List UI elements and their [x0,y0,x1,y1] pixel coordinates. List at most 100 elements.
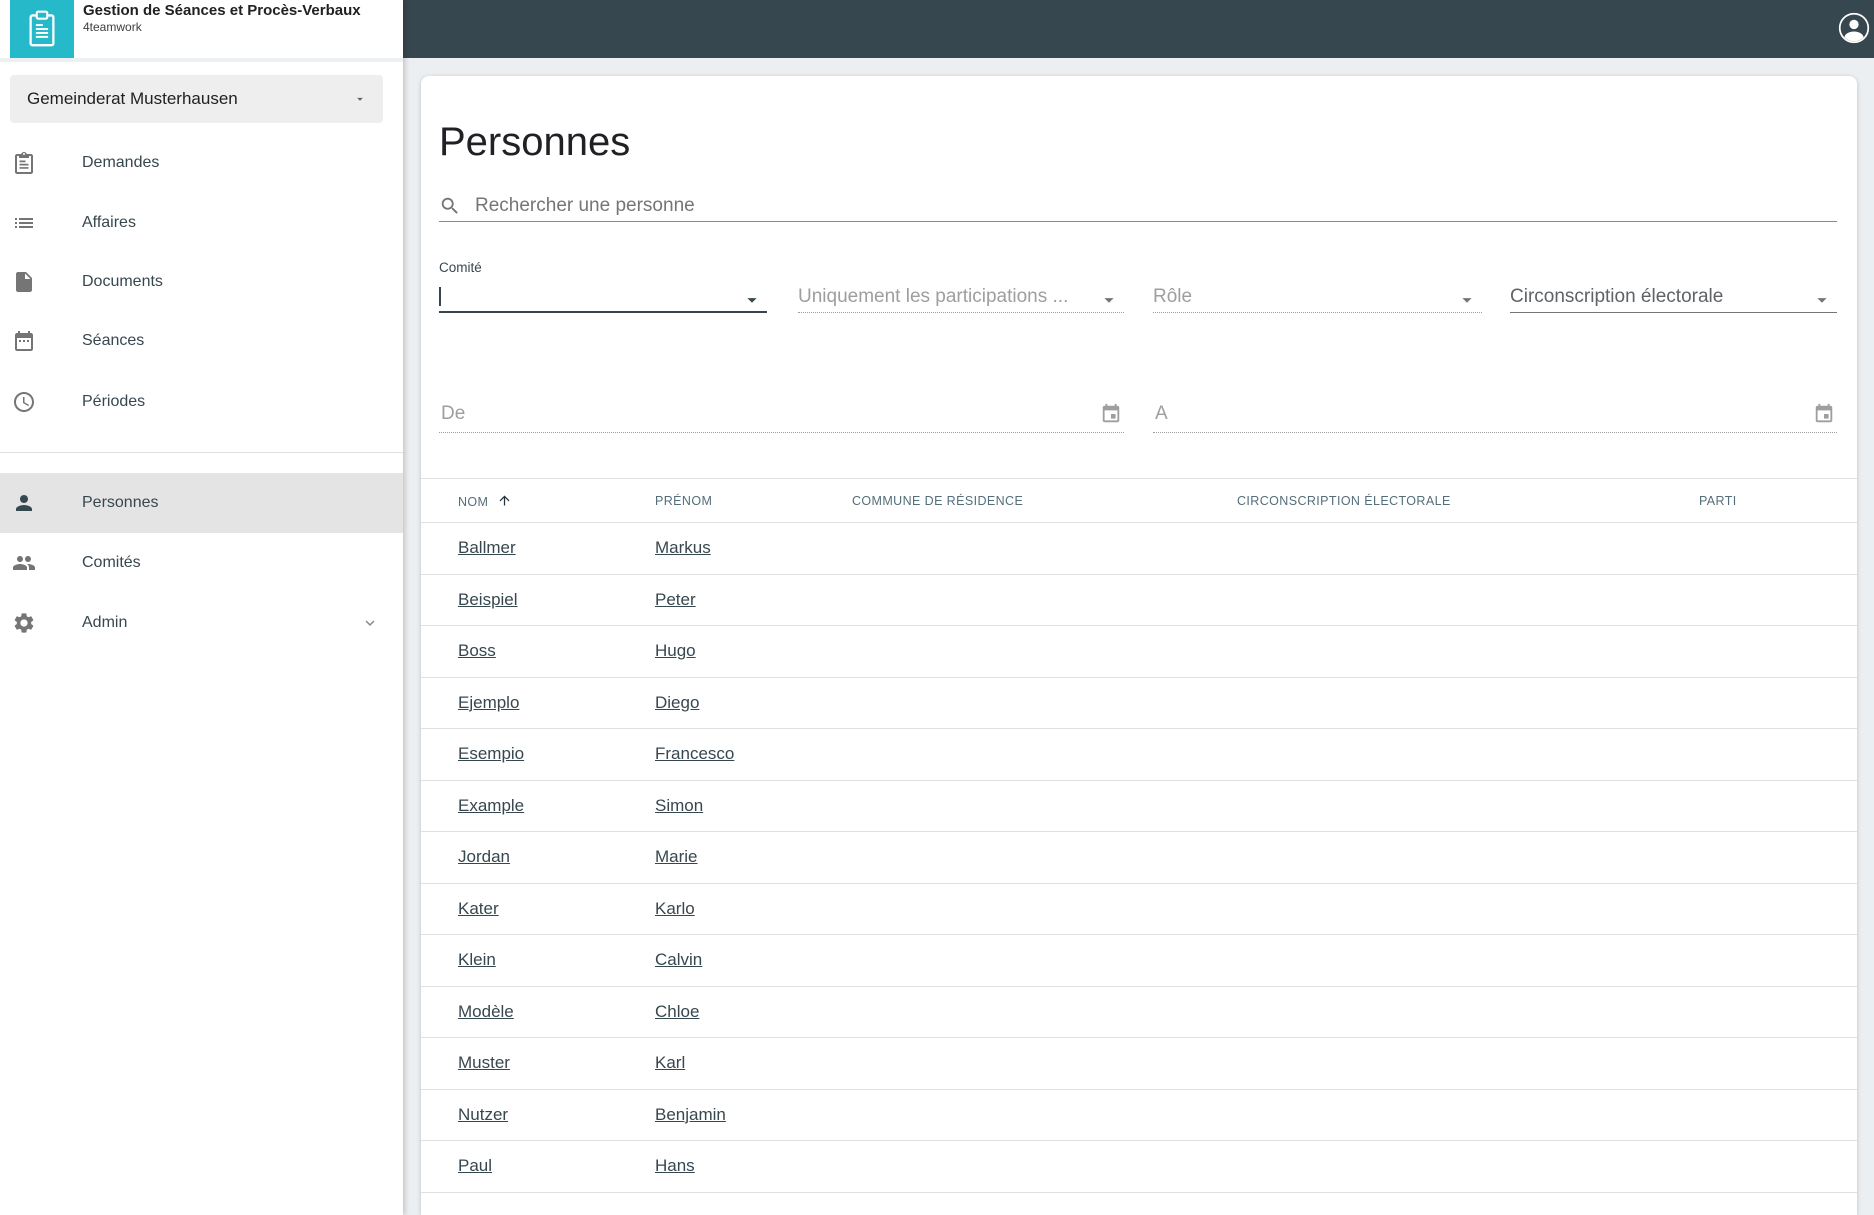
calendar-picker-icon[interactable] [1813,403,1835,425]
chevron-down-icon [365,620,375,626]
column-header-parti[interactable]: PARTI [1699,478,1857,523]
caret-down-icon [1104,298,1114,303]
sidebar-item-personnes[interactable]: Personnes [0,473,403,533]
commune-cell [852,1140,1237,1193]
sidebar-item-documents[interactable]: Documents [0,252,403,312]
person-firstname-link[interactable]: Chloe [655,1002,699,1021]
person-firstname-link[interactable]: Karl [655,1053,685,1072]
sort-ascending-icon [499,495,510,505]
person-firstname-link[interactable]: Calvin [655,950,702,969]
text-cursor [439,286,441,306]
search-input[interactable] [473,193,1837,218]
date-to-field[interactable] [1153,396,1837,433]
filter-comite-select[interactable] [439,281,767,313]
column-header-nom[interactable]: NOM [421,478,655,523]
person-lastname-link[interactable]: Klein [458,950,496,969]
person-firstname-link[interactable]: Diego [655,693,699,712]
circonscription-cell [1237,986,1699,1038]
column-header-circonscription[interactable]: CIRCONSCRIPTION ÉLECTORALE [1237,478,1699,523]
parti-cell [1699,934,1857,987]
commune-cell [852,1089,1237,1141]
sidebar-item-label: Documents [82,273,163,290]
filter-circonscription[interactable]: Circonscription électorale [1510,256,1837,316]
person-firstname-link[interactable]: Benjamin [655,1105,726,1124]
parti-cell [1699,831,1857,884]
person-lastname-link[interactable]: Nutzer [458,1105,508,1124]
app-header: Gestion de Séances et Procès-Verbaux 4te… [0,0,403,62]
column-header-commune[interactable]: COMMUNE DE RÉSIDENCE [852,478,1237,523]
person-lastname-link[interactable]: Ballmer [458,538,516,557]
filter-role[interactable]: Rôle [1153,256,1482,316]
sidebar-item-seances[interactable]: Séances [0,311,403,371]
app-title: Gestion de Séances et Procès-Verbaux [83,2,361,19]
table-header-row: NOM PRÉNOM COMMUNE DE RÉSIDENCE CIRCONSC… [421,478,1857,523]
person-firstname-link[interactable]: Markus [655,538,711,557]
workspace-selector[interactable]: Gemeinderat Musterhausen [10,75,383,123]
filter-participations[interactable]: Uniquement les participations ... [798,256,1124,316]
person-lastname-link[interactable]: Muster [458,1053,510,1072]
date-from-field[interactable] [439,396,1124,433]
date-to-input[interactable] [1153,402,1813,426]
sidebar-divider [0,452,403,453]
page-title: Personnes [439,119,631,164]
persons-table: NOM PRÉNOM COMMUNE DE RÉSIDENCE CIRCONSC… [421,478,1857,1193]
filter-comite[interactable]: Comité [439,256,767,316]
person-lastname-link[interactable]: Esempio [458,744,524,763]
sidebar-item-comites[interactable]: Comités [0,533,403,593]
commune-cell [852,986,1237,1038]
people-icon [13,556,35,570]
table-row: Boss Hugo [421,625,1857,678]
circonscription-cell [1237,831,1699,884]
person-lastname-link[interactable]: Beispiel [458,590,518,609]
sidebar-item-admin[interactable]: Admin [0,593,403,653]
calendar-picker-icon[interactable] [1100,403,1122,425]
filter-circonscription-select[interactable]: Circonscription électorale [1510,281,1837,313]
filter-participations-placeholder: Uniquement les participations ... [798,285,1069,307]
caret-down-icon [747,298,757,303]
person-lastname-link[interactable]: Ejemplo [458,693,519,712]
person-lastname-link[interactable]: Boss [458,641,496,660]
circonscription-cell [1237,934,1699,987]
caret-down-icon [1817,298,1827,303]
parti-cell [1699,780,1857,832]
commune-cell [852,934,1237,987]
person-firstname-link[interactable]: Hans [655,1156,695,1175]
filter-role-select[interactable]: Rôle [1153,281,1482,313]
sidebar-item-affaires[interactable]: Affaires [0,193,403,253]
person-lastname-link[interactable]: Jordan [458,847,510,866]
commune-cell [852,574,1237,626]
circonscription-cell [1237,883,1699,935]
workspace-label: Gemeinderat Musterhausen [27,89,238,108]
sidebar-item-label: Admin [82,614,128,631]
person-firstname-link[interactable]: Francesco [655,744,734,763]
sidebar-item-label: Personnes [82,494,159,511]
app-logo [10,0,74,58]
circonscription-cell [1237,1089,1699,1141]
table-row: Kater Karlo [421,883,1857,935]
search-icon [441,197,458,214]
sidebar-item-demandes[interactable]: Demandes [0,133,403,193]
person-lastname-link[interactable]: Modèle [458,1002,514,1021]
parti-cell [1699,625,1857,678]
parti-cell [1699,677,1857,729]
commune-cell [852,883,1237,935]
person-firstname-link[interactable]: Simon [655,796,703,815]
person-firstname-link[interactable]: Hugo [655,641,696,660]
person-lastname-link[interactable]: Kater [458,899,499,918]
filter-participations-select[interactable]: Uniquement les participations ... [798,281,1124,313]
person-lastname-link[interactable]: Paul [458,1156,492,1175]
sidebar-item-periodes[interactable]: Périodes [0,372,403,432]
account-menu-button[interactable] [1838,12,1870,44]
person-firstname-link[interactable]: Peter [655,590,696,609]
filter-comite-label: Comité [439,260,482,275]
person-lastname-link[interactable]: Example [458,796,524,815]
circonscription-cell [1237,625,1699,678]
table-row: Modèle Chloe [421,986,1857,1038]
person-firstname-link[interactable]: Karlo [655,899,695,918]
date-from-input[interactable] [439,402,1100,426]
person-firstname-link[interactable]: Marie [655,847,698,866]
search-field[interactable] [439,190,1837,222]
parti-cell [1699,728,1857,781]
parti-cell [1699,1037,1857,1090]
column-header-prenom[interactable]: PRÉNOM [655,478,852,523]
